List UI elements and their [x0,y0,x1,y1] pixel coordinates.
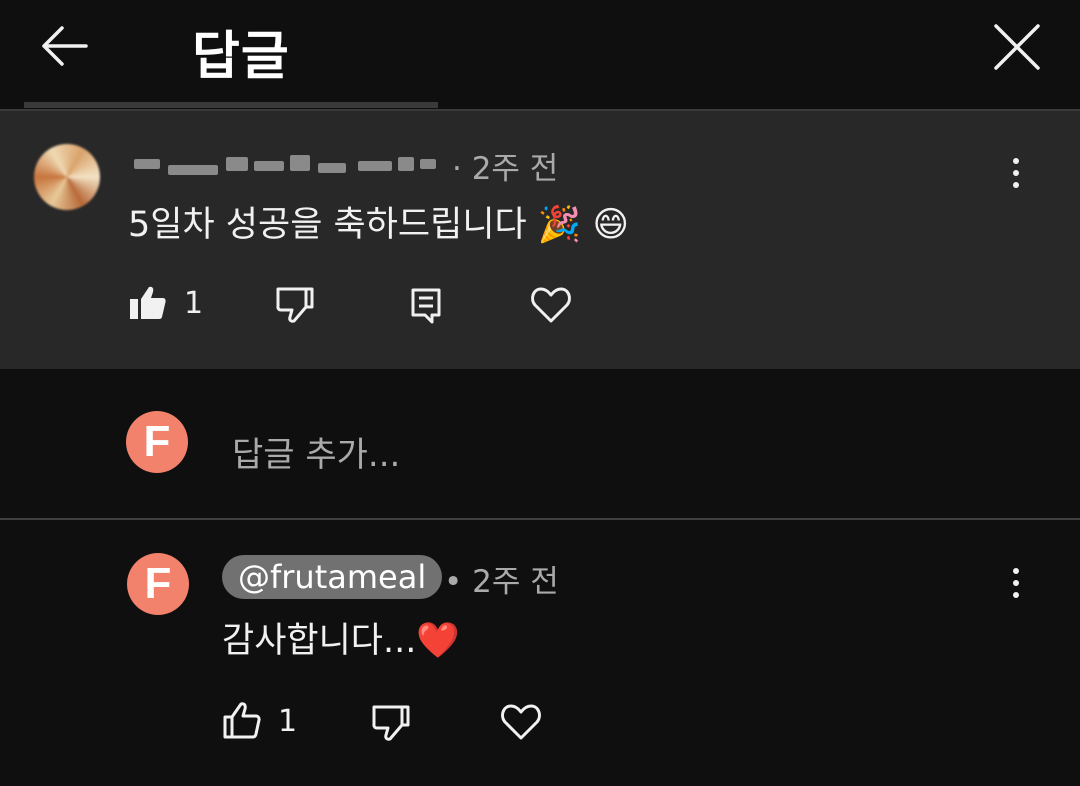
more-options-button[interactable] [1004,158,1028,198]
add-reply-row: F 답글 추가... [0,369,1080,519]
avatar[interactable]: F [127,553,189,615]
heart-icon [531,287,571,323]
like-button[interactable]: 1 [128,283,203,323]
reply-comment: F @frutameal • 2주 전 감사합니다...❤️ 1 [0,520,1080,786]
like-count: 1 [184,285,204,321]
comment-timestamp: · 2주 전 [452,151,559,187]
arrow-left-icon [42,26,88,66]
heart-button[interactable] [500,702,542,742]
close-icon [994,24,1040,70]
page-title: 답글 [192,27,290,87]
avatar: F [126,411,188,473]
more-options-button[interactable] [1004,568,1028,608]
tab-indicator [24,102,438,108]
close-button[interactable] [992,22,1042,72]
avatar[interactable] [34,144,100,210]
heart-icon [501,704,541,740]
like-count: 1 [278,703,298,739]
add-reply-input[interactable]: 답글 추가... [232,427,400,476]
top-bar: 답글 [0,0,1080,111]
heart-button[interactable] [530,285,572,325]
comment-text: 5일차 성공을 축하드립니다 🎉 😄 [128,205,630,245]
parent-comment: · 2주 전 5일차 성공을 축하드립니다 🎉 😄 1 [0,111,1080,369]
dislike-button[interactable] [274,285,316,327]
username-redacted [130,147,440,179]
reply-timestamp: • 2주 전 [444,564,559,600]
thumbs-up-filled-icon [130,286,166,319]
thumbs-up-icon [223,702,261,739]
comment-icon [411,288,441,324]
back-button[interactable] [38,22,90,70]
like-button[interactable]: 1 [222,701,297,741]
thumbs-down-icon [372,705,410,741]
reply-text: 감사합니다...❤️ [222,621,460,661]
author-handle-badge[interactable]: @frutameal [222,555,443,599]
thumbs-down-icon [276,287,314,323]
kebab-menu-icon [1004,158,1028,188]
reply-button[interactable] [410,287,442,325]
kebab-menu-icon [1004,568,1028,598]
dislike-button[interactable] [370,703,412,745]
